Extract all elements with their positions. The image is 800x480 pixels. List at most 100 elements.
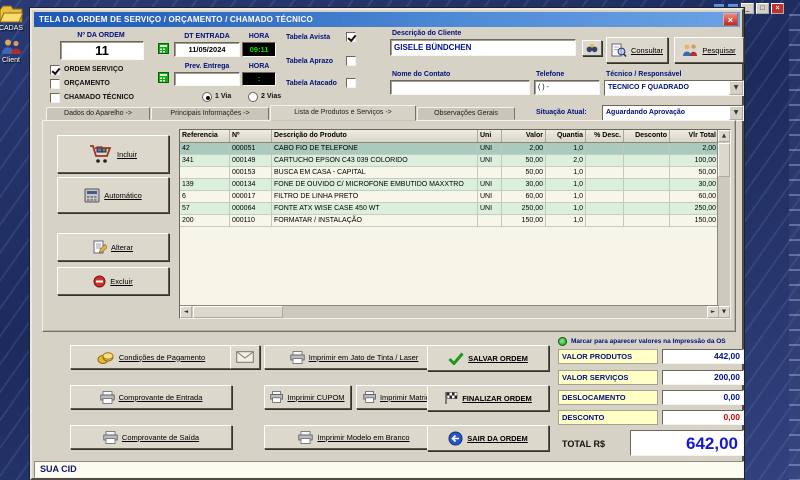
- imprimir-modelo-button[interactable]: Imprimir Modelo em Branco: [264, 425, 444, 449]
- radio-1-via[interactable]: [202, 92, 212, 102]
- checkbox-ordem-servico[interactable]: [50, 65, 60, 75]
- table-row[interactable]: 42 000051 CABO FIO DE TELEFONE UNI 2,00 1,0 2,…: [180, 143, 719, 155]
- tab-lista-produtos[interactable]: Lista de Produtos e Serviços ->: [270, 105, 416, 121]
- table-row[interactable]: 341 000149 CARTUCHO EPSON C43 039 COLORIDO…: [180, 155, 719, 167]
- table-cell: [180, 167, 230, 178]
- pesquisar-button[interactable]: Pesquisar: [674, 37, 744, 63]
- scroll-down-icon[interactable]: ▼: [718, 306, 730, 318]
- cliente-input[interactable]: GISELE BÜNDCHEN: [390, 39, 576, 56]
- window-titlebar[interactable]: TELA DA ORDEM DE SERVIÇO / ORÇAMENTO / C…: [34, 12, 740, 27]
- column-header[interactable]: Nº: [230, 130, 272, 142]
- calendar-icon[interactable]: [158, 43, 169, 54]
- imprimir-modelo-label: Imprimir Modelo em Branco: [317, 432, 410, 442]
- dt-entrada-field[interactable]: 11/05/2024: [174, 42, 240, 57]
- telefone-input[interactable]: ( ) -: [534, 80, 600, 95]
- finalizar-ordem-button[interactable]: FINALIZAR ORDEM: [427, 385, 549, 411]
- prev-entrega-field[interactable]: [174, 72, 240, 86]
- scrollbar-thumb[interactable]: [718, 143, 730, 177]
- checkbox-orcamento[interactable]: [50, 79, 60, 89]
- table-row[interactable]: 57 000064 FONTE ATX WISE CASE 450 WT UNI 250…: [180, 203, 719, 215]
- desktop-icon-cadastro[interactable]: CADAS: [0, 4, 28, 32]
- marquee-text: SUA CID: [40, 464, 77, 474]
- desktop-icon-clientes[interactable]: Client: [0, 38, 28, 64]
- salvar-ordem-button[interactable]: SALVAR ORDEM: [427, 345, 549, 371]
- table-row[interactable]: 6 000017 FILTRO DE LINHA PRETO UNI 60,00 1,0 6…: [180, 191, 719, 203]
- table-cell: 1,0: [546, 143, 586, 154]
- table-cell: 42: [180, 143, 230, 154]
- column-header[interactable]: Descrição do Produto: [272, 130, 478, 142]
- table-cell: [586, 143, 624, 154]
- alterar-button[interactable]: Alterar: [57, 233, 169, 261]
- horizontal-scrollbar[interactable]: ◄ ►: [180, 305, 719, 318]
- imprimir-cupom-button[interactable]: Imprimir CUPOM: [264, 385, 351, 409]
- excluir-button[interactable]: Excluir: [57, 267, 169, 295]
- column-header[interactable]: Vlr Total: [670, 130, 719, 142]
- scroll-right-icon[interactable]: ►: [707, 306, 719, 318]
- email-button[interactable]: [230, 345, 260, 369]
- table-cell: 1,0: [546, 167, 586, 178]
- desktop-pattern: [789, 14, 800, 480]
- column-header[interactable]: Desconto: [624, 130, 670, 142]
- situacao-value: Aguardando Aprovação: [606, 109, 686, 116]
- sair-ordem-button[interactable]: SAIR DA ORDEM: [427, 425, 549, 451]
- tab-principais-informacoes[interactable]: Principais Informações ->: [151, 107, 269, 120]
- scrollbar-thumb[interactable]: [193, 306, 283, 318]
- pesquisar-label: Pesquisar: [702, 45, 736, 55]
- binoculars-button[interactable]: [582, 40, 602, 56]
- table-row[interactable]: 000153 BUSCA EM CASA - CAPITAL 50,00 1,0 50,…: [180, 167, 719, 179]
- radio-label: 2 Vias: [261, 93, 282, 100]
- close-icon[interactable]: ×: [723, 13, 738, 26]
- coins-icon: [97, 351, 115, 364]
- table-row[interactable]: 139 000134 FONE DE OUVIDO C/ MICROFONE EMB…: [180, 179, 719, 191]
- tab-observacoes-gerais[interactable]: Observações Gerais: [417, 107, 515, 120]
- order-number-field[interactable]: 11: [60, 41, 144, 60]
- tab-dados-aparelho[interactable]: Dados do Aparelho ->: [46, 107, 150, 120]
- column-header[interactable]: Valor: [502, 130, 546, 142]
- app-close-button[interactable]: ×: [771, 3, 784, 14]
- checkbox-tabela-aprazo[interactable]: [346, 56, 356, 66]
- scroll-left-icon[interactable]: ◄: [180, 306, 192, 318]
- machine-icon: [84, 188, 100, 203]
- condicoes-pagamento-button[interactable]: Condições de Pagamento: [70, 345, 232, 369]
- vertical-scrollbar[interactable]: ▲ ▼: [717, 130, 730, 318]
- column-header[interactable]: Uni: [478, 130, 502, 142]
- print-values-radio[interactable]: [558, 337, 567, 346]
- imprimir-jato-button[interactable]: Imprimir em Jato de Tinta / Laser: [264, 345, 444, 369]
- checkbox-chamado-tecnico[interactable]: [50, 93, 60, 103]
- service-order-window: TELA DA ORDEM DE SERVIÇO / ORÇAMENTO / C…: [30, 8, 744, 480]
- chevron-down-icon[interactable]: ▼: [729, 106, 743, 120]
- radio-2-vias[interactable]: [248, 92, 258, 102]
- comprovante-entrada-button[interactable]: Comprovante de Entrada: [70, 385, 232, 409]
- automatico-button[interactable]: Automático: [57, 177, 169, 213]
- checkbox-tabela-avista[interactable]: [346, 32, 356, 42]
- situacao-combobox[interactable]: Aguardando Aprovação ▼: [602, 105, 744, 121]
- produtos-table: Referencia Nº Descrição do Produto Uni Valor…: [179, 129, 731, 319]
- table-row[interactable]: 200 000110 FORMATAR / INSTALAÇÃO 150,00 1,0 1…: [180, 215, 719, 227]
- table-cell: 60,00: [502, 191, 546, 202]
- calendar-icon[interactable]: [158, 72, 169, 83]
- hora-entrada-field[interactable]: 09:11: [242, 42, 276, 57]
- column-header[interactable]: Quantia: [546, 130, 586, 142]
- chevron-down-icon[interactable]: ▼: [729, 81, 743, 95]
- maximize-button[interactable]: □: [756, 3, 769, 14]
- deslocamento-value: 0,00: [662, 390, 744, 405]
- table-cell: 000149: [230, 155, 272, 166]
- consultar-button[interactable]: Consultar: [606, 37, 668, 63]
- tecnico-value: TECNICO F QUADRADO: [608, 84, 689, 91]
- condicoes-pagamento-label: Condições de Pagamento: [118, 352, 206, 362]
- tecnico-combobox[interactable]: TECNICO F QUADRADO ▼: [604, 80, 744, 96]
- column-header[interactable]: Referencia: [180, 130, 230, 142]
- contato-label: Nome do Contato: [392, 71, 451, 78]
- radio-label: 1 Via: [215, 93, 232, 100]
- total-value: 642,00: [630, 430, 744, 456]
- comprovante-saida-button[interactable]: Comprovante de Saída: [70, 425, 232, 449]
- window-title: TELA DA ORDEM DE SERVIÇO / ORÇAMENTO / C…: [39, 15, 313, 24]
- incluir-button[interactable]: Incluir: [57, 135, 169, 173]
- column-header[interactable]: % Desc.: [586, 130, 624, 142]
- scroll-up-icon[interactable]: ▲: [718, 130, 730, 142]
- contato-input[interactable]: [390, 80, 530, 95]
- produtos-panel: Incluir Automático Alterar Excluir Refer…: [42, 120, 736, 332]
- checkbox-tabela-atacado[interactable]: [346, 78, 356, 88]
- prev-hora-field[interactable]: :: [242, 72, 276, 86]
- table-cell: 1,0: [546, 191, 586, 202]
